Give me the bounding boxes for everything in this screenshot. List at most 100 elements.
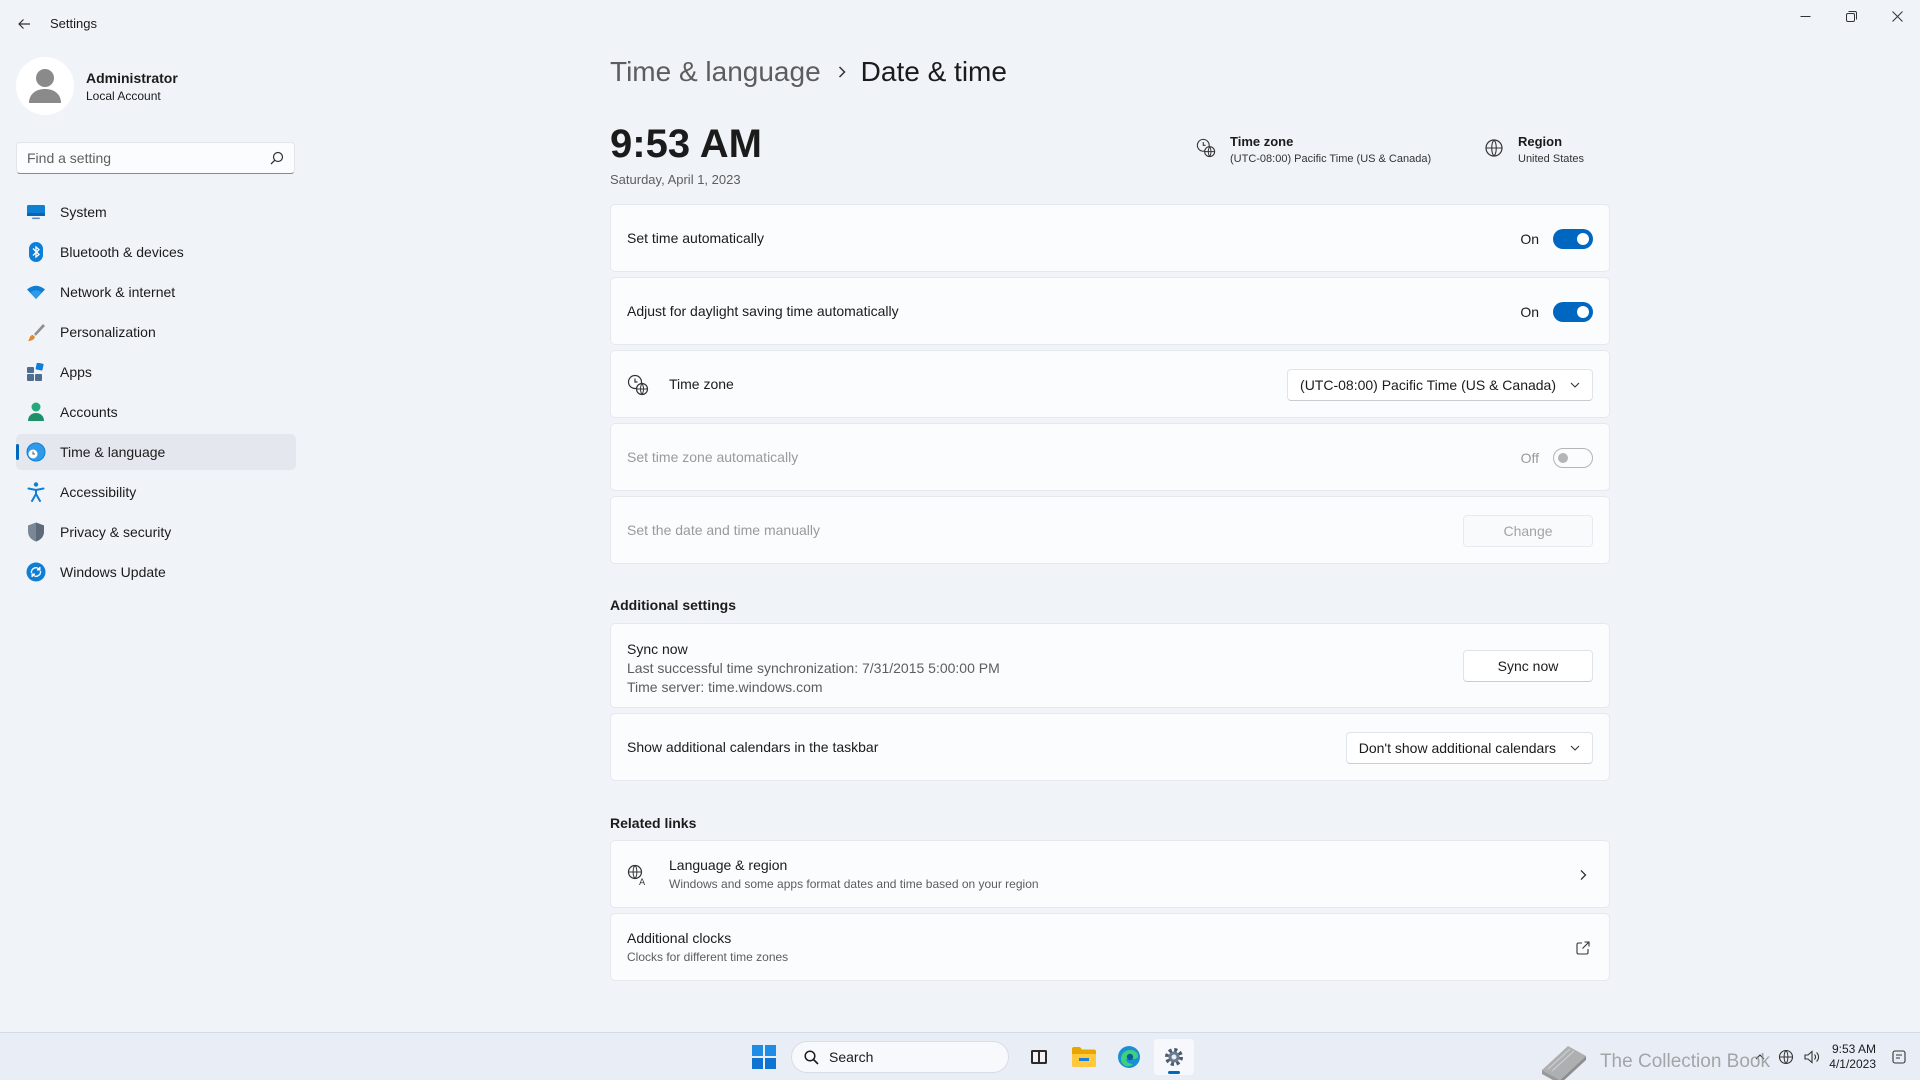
page-title: Date & time bbox=[860, 56, 1007, 87]
additional-clocks-title: Additional clocks bbox=[627, 930, 732, 946]
calendars-card: Show additional calendars in the taskbar… bbox=[610, 713, 1610, 781]
watermark: The Collection Book bbox=[1538, 1040, 1770, 1080]
change-button[interactable]: Change bbox=[1463, 515, 1593, 547]
search-icon[interactable] bbox=[270, 151, 284, 170]
task-view-icon bbox=[1031, 1050, 1047, 1064]
sidebar-item-bluetooth[interactable]: Bluetooth & devices bbox=[16, 234, 296, 270]
task-view-button[interactable] bbox=[1019, 1039, 1059, 1075]
taskbar-search-label: Search bbox=[829, 1049, 874, 1065]
shield-icon bbox=[26, 522, 46, 542]
back-button[interactable] bbox=[12, 12, 36, 36]
language-icon: A bbox=[627, 864, 649, 886]
calendars-dropdown[interactable]: Don't show additional calendars bbox=[1345, 732, 1593, 764]
sync-now-card: Sync now Last successful time synchroniz… bbox=[610, 623, 1610, 708]
daylight-saving-card: Adjust for daylight saving time automati… bbox=[610, 277, 1610, 345]
chevron-right-icon bbox=[837, 65, 847, 79]
user-profile[interactable]: Administrator Local Account bbox=[16, 57, 296, 115]
title-bar: Settings bbox=[0, 0, 1920, 48]
windows-logo-icon bbox=[752, 1045, 776, 1069]
settings-search[interactable] bbox=[16, 142, 295, 174]
update-icon bbox=[26, 562, 46, 582]
breadcrumb-parent[interactable]: Time & language bbox=[610, 56, 821, 88]
avatar bbox=[16, 57, 74, 115]
sync-now-button[interactable]: Sync now bbox=[1463, 650, 1593, 682]
additional-clocks-subtitle: Clocks for different time zones bbox=[627, 950, 789, 964]
set-time-auto-label: Set time automatically bbox=[627, 230, 764, 246]
watermark-text: The Collection Book bbox=[1599, 1051, 1770, 1072]
sync-info: Sync now Last successful time synchroniz… bbox=[627, 640, 1000, 697]
sidebar-item-network[interactable]: Network & internet bbox=[16, 274, 296, 310]
restore-icon bbox=[1845, 10, 1857, 22]
timezone-auto-toggle[interactable] bbox=[1553, 448, 1593, 468]
folder-icon bbox=[1072, 1047, 1096, 1067]
timezone-summary: Time zone (UTC-08:00) Pacific Time (US &… bbox=[1196, 134, 1431, 165]
timezone-row-icon bbox=[627, 374, 649, 396]
timezone-label: Time zone bbox=[669, 376, 734, 392]
sidebar-nav: System Bluetooth & devices Network & int… bbox=[16, 194, 296, 594]
daylight-saving-toggle[interactable] bbox=[1553, 302, 1593, 322]
sidebar-item-label: Bluetooth & devices bbox=[60, 244, 184, 260]
calendars-selected-value: Don't show additional calendars bbox=[1358, 740, 1556, 756]
language-region-title: Language & region bbox=[669, 857, 788, 873]
chevron-down-icon bbox=[1570, 745, 1580, 751]
daylight-saving-state: On bbox=[1520, 304, 1539, 320]
sidebar-item-system[interactable]: System bbox=[16, 194, 296, 230]
sidebar-item-windows-update[interactable]: Windows Update bbox=[16, 554, 296, 590]
app-title: Settings bbox=[50, 16, 97, 31]
book-icon bbox=[1541, 1046, 1586, 1080]
speaker-icon[interactable] bbox=[1801, 1046, 1823, 1068]
set-time-auto-card: Set time automatically On bbox=[610, 204, 1610, 272]
set-time-auto-toggle[interactable] bbox=[1553, 229, 1593, 249]
sidebar-item-accessibility[interactable]: Accessibility bbox=[16, 474, 296, 510]
timezone-dropdown[interactable]: (UTC-08:00) Pacific Time (US & Canada) bbox=[1287, 369, 1593, 401]
network-globe-icon[interactable] bbox=[1775, 1046, 1797, 1068]
start-button[interactable] bbox=[744, 1039, 784, 1075]
settings-app-button[interactable] bbox=[1154, 1039, 1194, 1075]
language-region-link[interactable]: A Language & region Windows and some app… bbox=[610, 840, 1610, 908]
taskbar-clock[interactable]: 9:53 AM 4/1/2023 bbox=[1829, 1042, 1876, 1072]
sidebar-item-label: Accessibility bbox=[60, 484, 137, 500]
region-summary-value: United States bbox=[1518, 153, 1585, 165]
sidebar-item-apps[interactable]: Apps bbox=[16, 354, 296, 390]
chevron-right-icon bbox=[1575, 867, 1591, 883]
timezone-card: Time zone (UTC-08:00) Pacific Time (US &… bbox=[610, 350, 1610, 418]
minimize-button[interactable] bbox=[1782, 0, 1828, 32]
region-summary-title: Region bbox=[1518, 134, 1563, 149]
sidebar-item-label: Privacy & security bbox=[60, 524, 172, 540]
additional-settings-title: Additional settings bbox=[610, 597, 736, 613]
additional-clocks-link[interactable]: Additional clocks Clocks for different t… bbox=[610, 913, 1610, 981]
daylight-saving-label: Adjust for daylight saving time automati… bbox=[627, 303, 899, 319]
search-input[interactable] bbox=[17, 150, 257, 166]
taskbar-search[interactable]: Search bbox=[791, 1041, 1009, 1073]
close-icon bbox=[1891, 10, 1903, 22]
timezone-auto-label: Set time zone automatically bbox=[627, 449, 799, 465]
sidebar-item-time-language[interactable]: Time & language bbox=[16, 434, 296, 470]
manual-time-card: Set the date and time manually Change bbox=[610, 496, 1610, 564]
sidebar-item-label: Time & language bbox=[60, 444, 166, 460]
last-sync-text: Last successful time synchronization: 7/… bbox=[627, 660, 1000, 676]
current-date: Saturday, April 1, 2023 bbox=[610, 172, 741, 187]
gear-icon bbox=[1165, 1048, 1183, 1066]
sidebar-item-label: Accounts bbox=[60, 404, 118, 420]
file-explorer-button[interactable] bbox=[1064, 1039, 1104, 1075]
close-button[interactable] bbox=[1874, 0, 1920, 32]
timezone-auto-card: Set time zone automatically Off bbox=[610, 423, 1610, 491]
edge-browser-button[interactable] bbox=[1109, 1039, 1149, 1075]
notification-icon[interactable] bbox=[1888, 1046, 1910, 1068]
manual-time-label: Set the date and time manually bbox=[627, 522, 821, 538]
related-links-title: Related links bbox=[610, 815, 697, 831]
edge-browser-icon bbox=[1118, 1046, 1140, 1068]
restore-button[interactable] bbox=[1828, 0, 1874, 32]
sidebar-item-personalization[interactable]: Personalization bbox=[16, 314, 296, 350]
external-link-icon bbox=[1575, 940, 1591, 956]
sidebar-item-accounts[interactable]: Accounts bbox=[16, 394, 296, 430]
globe-clock-icon bbox=[26, 442, 46, 462]
chevron-down-icon bbox=[1570, 382, 1580, 388]
apps-icon bbox=[26, 362, 46, 382]
language-region-subtitle: Windows and some apps format dates and t… bbox=[669, 877, 1039, 891]
sidebar-item-label: Personalization bbox=[60, 324, 156, 340]
wifi-icon bbox=[26, 282, 46, 302]
sidebar-item-privacy[interactable]: Privacy & security bbox=[16, 514, 296, 550]
sidebar-item-label: System bbox=[60, 204, 107, 220]
timezone-selected-value: (UTC-08:00) Pacific Time (US & Canada) bbox=[1300, 377, 1556, 393]
